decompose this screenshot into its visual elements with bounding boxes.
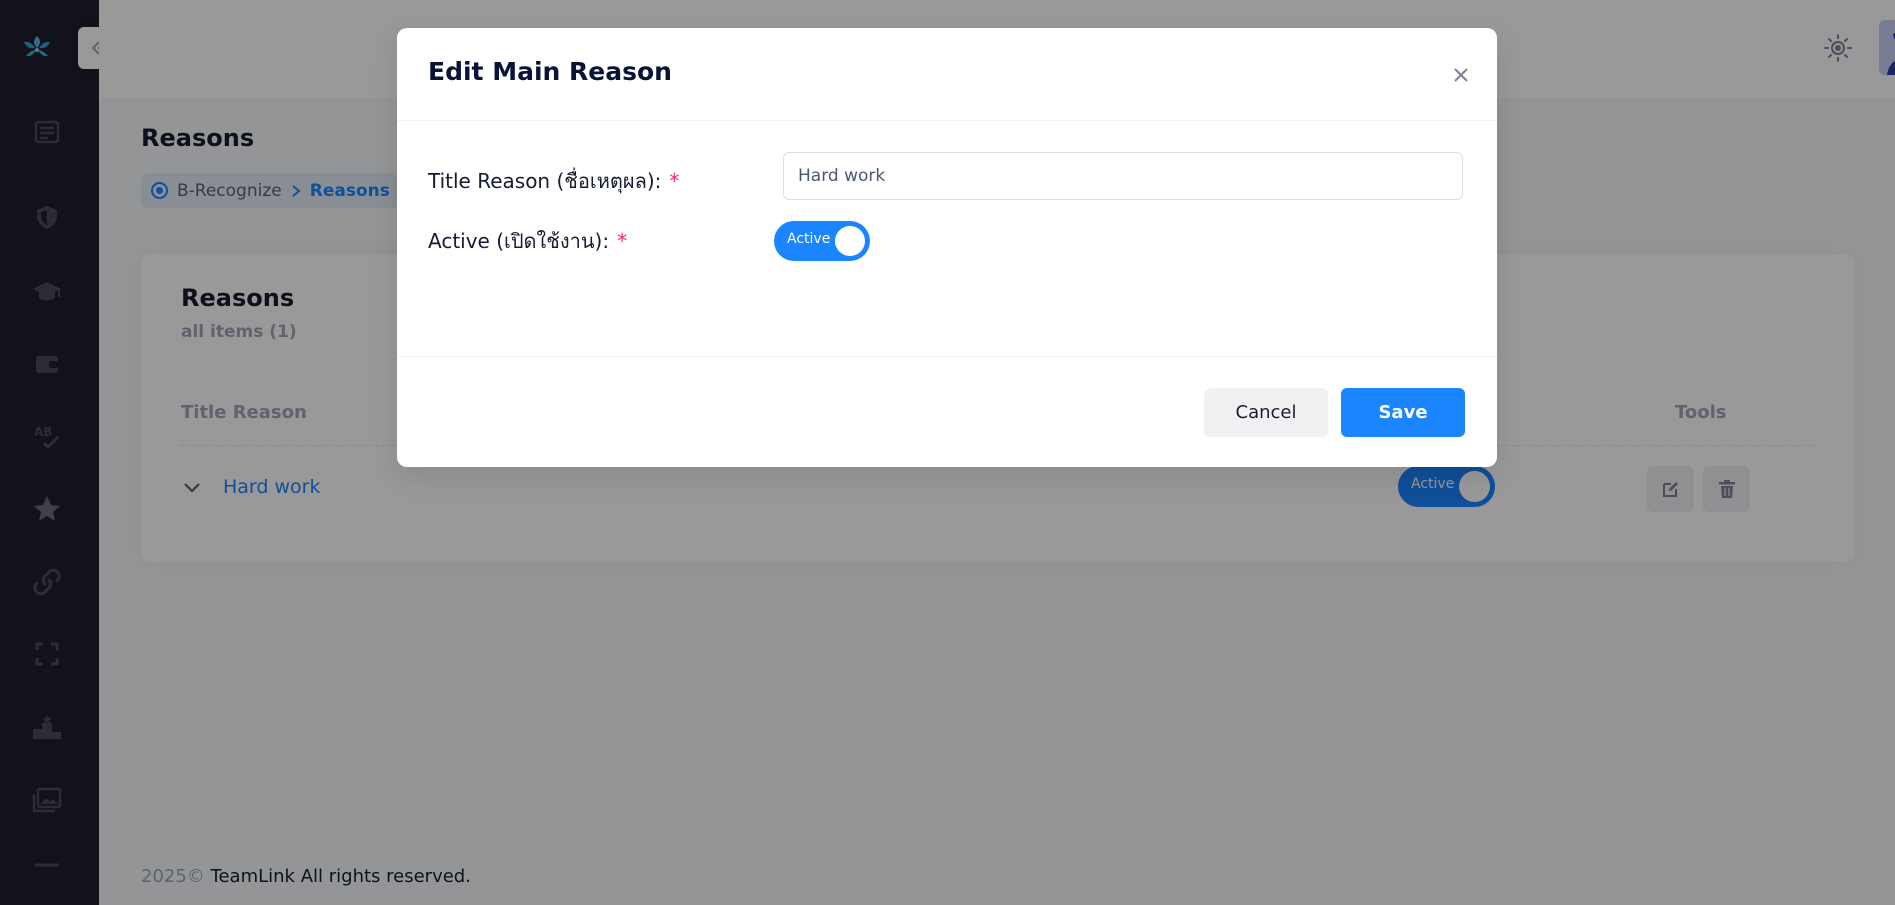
active-label: Active (เปิดใช้งาน): *: [428, 225, 627, 257]
active-toggle[interactable]: Active: [774, 221, 870, 261]
required-mark: *: [669, 169, 680, 193]
close-button[interactable]: [1447, 61, 1475, 89]
close-icon: [1454, 68, 1468, 82]
modal-title: Edit Main Reason: [428, 57, 672, 86]
modal-header: Edit Main Reason: [397, 28, 1497, 121]
modal-footer-divider: [397, 356, 1497, 357]
active-label-text: Active (เปิดใช้งาน):: [428, 229, 610, 253]
active-toggle-label: Active: [787, 231, 831, 247]
toggle-knob: [835, 226, 865, 256]
edit-reason-modal: Edit Main Reason Title Reason (ชื่อเหตุผ…: [397, 28, 1497, 467]
title-reason-label: Title Reason (ชื่อเหตุผล): *: [428, 165, 679, 197]
save-button[interactable]: Save: [1341, 388, 1465, 437]
title-reason-input[interactable]: [783, 152, 1463, 200]
title-reason-label-text: Title Reason (ชื่อเหตุผล):: [428, 169, 662, 193]
cancel-button[interactable]: Cancel: [1204, 388, 1328, 437]
required-mark: *: [617, 229, 628, 253]
